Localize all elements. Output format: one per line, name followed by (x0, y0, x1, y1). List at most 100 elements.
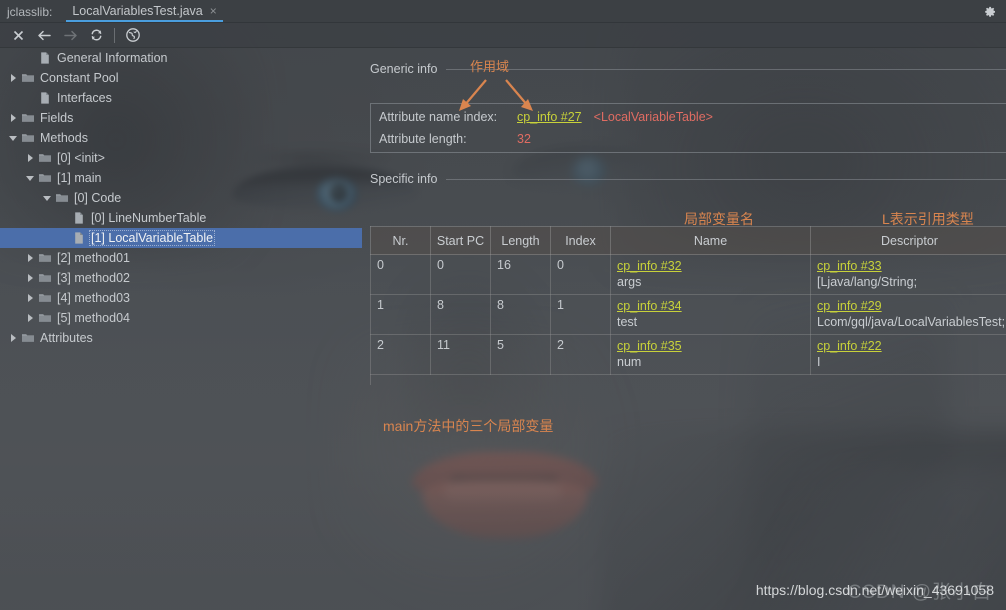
table-header-row: Nr. Start PC Length Index Name Descriptor (370, 226, 1006, 255)
cell-descriptor: cp_info #33 [Ljava/lang/String; (810, 254, 1006, 295)
folder-icon (38, 311, 52, 325)
table-row[interactable]: 1 8 8 1 cp_info #34 test cp_info #29 Lcom/gql/j… (370, 294, 1006, 335)
tree-item-1-main[interactable]: [1] main (0, 168, 362, 188)
tab-local-variables-test[interactable]: LocalVariablesTest.java × (60, 0, 224, 22)
chevron-down-icon[interactable] (24, 173, 35, 184)
chevron-right-icon[interactable] (24, 253, 35, 264)
table-body: 0 0 16 0 cp_info #32 args cp_info #33 [Ljava/la… (370, 254, 1006, 385)
section-rule (446, 68, 1006, 70)
cp-info-link[interactable]: cp_info #34 (617, 298, 804, 314)
tree-item-attributes[interactable]: Attributes (0, 328, 362, 348)
descriptor-value: I (817, 355, 821, 369)
table-row[interactable]: 2 11 5 2 cp_info #35 num cp_info #22 I (370, 334, 1006, 375)
descriptor-value: Lcom/gql/java/LocalVariablesTest; (817, 315, 1006, 329)
column-header-descriptor[interactable]: Descriptor (810, 226, 1006, 255)
tree-item-label: [1] main (57, 170, 102, 185)
tree-item-label: [3] method02 (57, 270, 130, 285)
cell-start-pc: 11 (430, 334, 491, 375)
browse-web-icon[interactable] (120, 24, 146, 46)
cell-name: cp_info #35 num (610, 334, 811, 375)
column-header-length[interactable]: Length (490, 226, 551, 255)
chevron-right-icon[interactable] (24, 293, 35, 304)
cell-descriptor: cp_info #22 I (810, 334, 1006, 375)
file-icon (72, 211, 86, 225)
watermark-url: https://blog.csdn.net/weixin_43691058 (755, 582, 994, 598)
tree-item-label: [4] method03 (57, 290, 130, 305)
cell-index: 2 (550, 334, 611, 375)
chevron-right-icon[interactable] (24, 273, 35, 284)
annotation-scope: 作用域 (470, 59, 510, 74)
cell-name: cp_info #34 test (610, 294, 811, 335)
tree-item-3-method02[interactable]: [3] method02 (0, 268, 362, 288)
close-icon[interactable]: × (210, 5, 217, 17)
cp-info-link[interactable]: cp_info #33 (817, 258, 1002, 274)
cp-info-link[interactable]: cp_info #27 (517, 110, 582, 124)
file-icon (38, 51, 52, 65)
column-header-name[interactable]: Name (610, 226, 811, 255)
tree-item-fields[interactable]: Fields (0, 108, 362, 128)
chevron-right-icon[interactable] (7, 333, 18, 344)
table-row-empty (370, 374, 1006, 385)
cp-info-link[interactable]: cp_info #22 (817, 338, 1002, 354)
jclasslib-window: jclasslib: LocalVariablesTest.java × Gen… (0, 0, 1006, 610)
close-icon[interactable] (5, 24, 31, 46)
table-row[interactable]: 0 0 16 0 cp_info #32 args cp_info #33 [Ljava/la… (370, 254, 1006, 295)
tree-item-label: [0] <init> (57, 150, 105, 165)
specific-info-label: Specific info (370, 172, 438, 186)
column-header-index[interactable]: Index (550, 226, 611, 255)
descriptor-value: [Ljava/lang/String; (817, 275, 918, 289)
chevron-right-icon[interactable] (7, 113, 18, 124)
cp-info-link[interactable]: cp_info #29 (817, 298, 1002, 314)
folder-icon (21, 131, 35, 145)
chevron-down-icon[interactable] (7, 133, 18, 144)
folder-icon (38, 291, 52, 305)
file-icon (72, 231, 86, 245)
annotation-local-var-name: 局部变量名 (684, 211, 754, 227)
cp-info-link[interactable]: cp_info #35 (617, 338, 804, 354)
tree-item-label: Methods (40, 130, 88, 145)
tree-item-constant-pool[interactable]: Constant Pool (0, 68, 362, 88)
tree-item-4-method03[interactable]: [4] method03 (0, 288, 362, 308)
gear-icon[interactable] (982, 4, 998, 20)
annotation-l-reference-type: L表示引用类型 (882, 211, 974, 227)
tree-item-0-code[interactable]: [0] Code (0, 188, 362, 208)
attribute-name-index-value: <LocalVariableTable> (593, 110, 713, 124)
tree-item-label: [1] LocalVariableTable (88, 229, 216, 247)
tree-item-general-information[interactable]: General Information (0, 48, 362, 68)
cell-length: 16 (490, 254, 551, 295)
chevron-right-icon[interactable] (7, 73, 18, 84)
cp-info-link[interactable]: cp_info #32 (617, 258, 804, 274)
cell-length: 5 (490, 334, 551, 375)
class-structure-tree[interactable]: General Information Constant Pool Interfac… (0, 48, 362, 610)
tree-item-methods[interactable]: Methods (0, 128, 362, 148)
section-rule (446, 178, 1006, 180)
tree-item-label: Attributes (40, 330, 93, 345)
chevron-right-icon[interactable] (24, 153, 35, 164)
attribute-length-row: Attribute length: 32 (379, 132, 531, 146)
refresh-icon[interactable] (83, 24, 109, 46)
tree-item-0-linenumbertable[interactable]: [0] LineNumberTable (0, 208, 362, 228)
tree-item-2-method01[interactable]: [2] method01 (0, 248, 362, 268)
title-bar: jclasslib: LocalVariablesTest.java × (0, 0, 1006, 23)
folder-icon (21, 71, 35, 85)
toolbar-divider (114, 27, 115, 43)
tree-item-label: Interfaces (57, 90, 112, 105)
cell-nr: 2 (370, 334, 431, 375)
folder-icon (21, 111, 35, 125)
tree-item-interfaces[interactable]: Interfaces (0, 88, 362, 108)
tree-item-label: [0] Code (74, 190, 122, 205)
column-header-nr[interactable]: Nr. (370, 226, 431, 255)
tree-item-label: [2] method01 (57, 250, 130, 265)
tree-item-0-init[interactable]: [0] <init> (0, 148, 362, 168)
chevron-down-icon[interactable] (41, 193, 52, 204)
tab-label: LocalVariablesTest.java (72, 4, 203, 18)
folder-icon (38, 151, 52, 165)
tree-item-1-localvariabletable[interactable]: [1] LocalVariableTable (0, 228, 362, 248)
attribute-length-value: 32 (517, 132, 531, 146)
column-header-start-pc[interactable]: Start PC (430, 226, 491, 255)
chevron-right-icon[interactable] (24, 313, 35, 324)
attribute-length-label: Attribute length: (379, 132, 467, 146)
tree-item-5-method04[interactable]: [5] method04 (0, 308, 362, 328)
back-arrow-icon[interactable] (31, 24, 57, 46)
tree-item-label: General Information (57, 50, 168, 65)
